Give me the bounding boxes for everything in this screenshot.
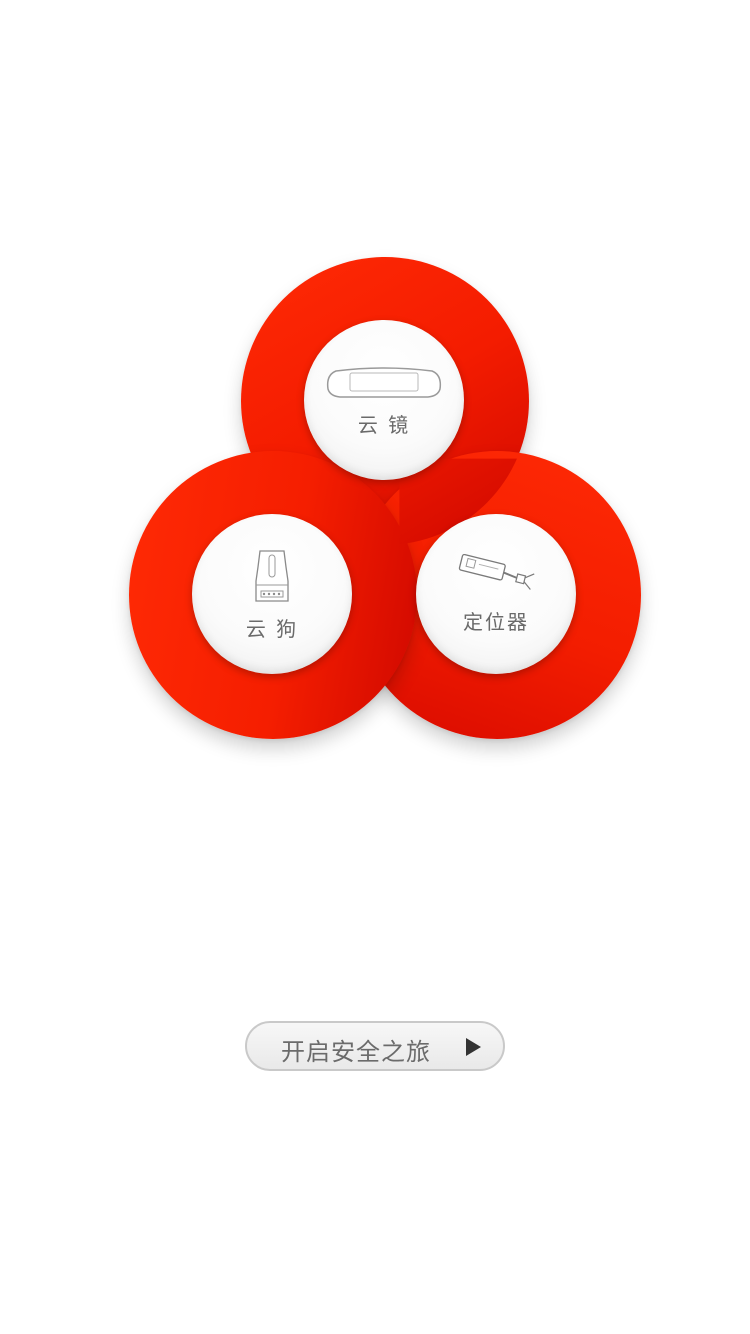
device-button-dog[interactable]: 云 狗 — [192, 514, 352, 674]
device-label-dog: 云 狗 — [245, 616, 299, 641]
device-button-locator[interactable]: 定位器 — [416, 514, 576, 674]
radar-detector-icon — [252, 547, 292, 607]
start-journey-label: 开启安全之旅 — [281, 1038, 431, 1066]
device-button-mirror[interactable]: 云 镜 — [304, 320, 464, 480]
device-ring-cluster: 云 镜 云 狗 定位器 — [0, 0, 750, 800]
play-icon — [466, 1038, 481, 1056]
start-journey-button[interactable]: 开启安全之旅 — [245, 1021, 505, 1071]
gps-locator-icon — [453, 553, 539, 600]
rearview-mirror-icon — [324, 363, 444, 403]
device-label-mirror: 云 镜 — [357, 412, 411, 437]
device-label-locator: 定位器 — [463, 609, 529, 634]
app-screen: 云 镜 云 狗 定位器 开启安全之旅 — [0, 0, 750, 1334]
